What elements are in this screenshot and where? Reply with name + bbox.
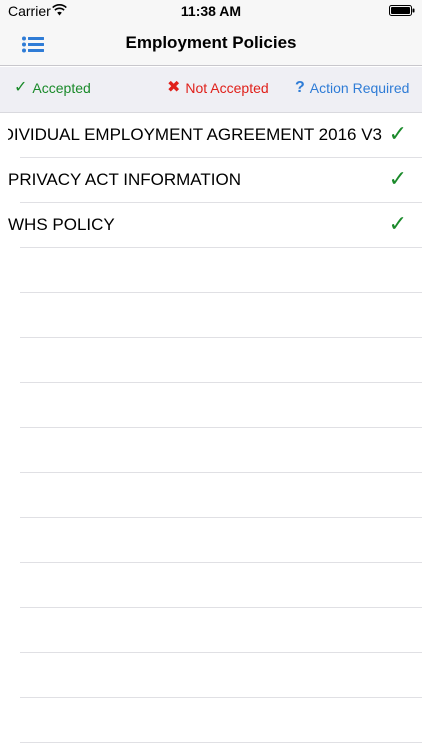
clock: 11:38 AM <box>180 3 242 19</box>
question-mark-icon: ? <box>295 79 305 96</box>
page-title: Employment Policies <box>125 33 297 52</box>
battery-icon <box>389 5 415 16</box>
cross-icon: ✖ <box>167 79 181 96</box>
empty-row <box>0 383 422 428</box>
policy-list: IDIVIDUAL EMPLOYMENT AGREEMENT 2016 V3 ✓… <box>0 113 422 743</box>
empty-row <box>0 473 422 518</box>
empty-row <box>0 563 422 608</box>
checkmark-icon: ✓ <box>388 121 407 146</box>
empty-row <box>0 428 422 473</box>
legend-not-accepted: ✖ Not Accepted <box>167 79 269 97</box>
legend-action-required-label: Action Required <box>309 80 410 96</box>
empty-row <box>0 293 422 338</box>
status-bar: Carrier 11:38 AM <box>0 0 422 22</box>
legend-action-required: ? Action Required <box>295 79 410 97</box>
navigation-bar: Employment Policies <box>0 22 422 66</box>
checkmark-icon: ✓ <box>388 211 407 236</box>
policy-title: PRIVACY ACT INFORMATION <box>8 170 241 189</box>
policy-row[interactable]: PRIVACY ACT INFORMATION ✓ <box>0 158 422 203</box>
empty-row <box>0 518 422 563</box>
policy-row[interactable]: IDIVIDUAL EMPLOYMENT AGREEMENT 2016 V3 ✓ <box>0 113 422 158</box>
legend-not-accepted-label: Not Accepted <box>185 80 269 96</box>
empty-row <box>0 248 422 293</box>
screen: Carrier 11:38 AM Employment Policies ✓ A… <box>0 0 422 750</box>
empty-row <box>0 653 422 698</box>
status-legend: ✓ Accepted ✖ Not Accepted ? Action Requi… <box>0 67 422 113</box>
empty-row <box>0 698 422 743</box>
checkmark-icon: ✓ <box>14 79 28 96</box>
policy-row[interactable]: WHS POLICY ✓ <box>0 203 422 248</box>
policy-title: IDIVIDUAL EMPLOYMENT AGREEMENT 2016 V3 <box>8 125 382 144</box>
legend-accepted-label: Accepted <box>32 80 91 96</box>
empty-row <box>0 338 422 383</box>
policy-title: WHS POLICY <box>8 215 115 234</box>
empty-row <box>0 608 422 653</box>
checkmark-icon: ✓ <box>388 166 407 191</box>
legend-accepted: ✓ Accepted <box>14 79 91 97</box>
